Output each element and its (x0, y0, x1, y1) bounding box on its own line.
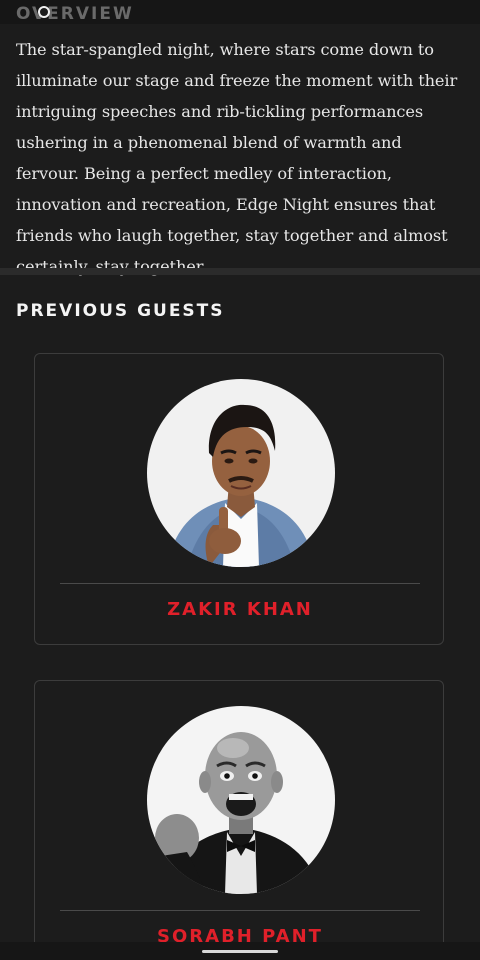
guest-name: ZAKIR KHAN (167, 599, 313, 620)
status-dot-icon (38, 6, 50, 18)
guest-avatar (147, 379, 335, 567)
overview-heading: OVERVIEW (16, 4, 134, 24)
guest-photo-zakir-khan (147, 379, 335, 567)
system-nav-bar (0, 942, 480, 960)
guest-card-sorabh-pant[interactable]: SORABH PANT (34, 680, 444, 960)
card-divider (60, 583, 420, 584)
home-indicator[interactable] (202, 950, 278, 953)
guest-photo-sorabh-pant (147, 706, 335, 894)
card-divider (60, 910, 420, 911)
guest-avatar (147, 706, 335, 894)
section-divider (0, 268, 480, 275)
overview-paragraph: The star-spangled night, where stars com… (16, 40, 458, 276)
guest-card-zakir-khan[interactable]: ZAKIR KHAN (34, 353, 444, 645)
previous-guests-heading: PREVIOUS GUESTS (16, 301, 225, 321)
